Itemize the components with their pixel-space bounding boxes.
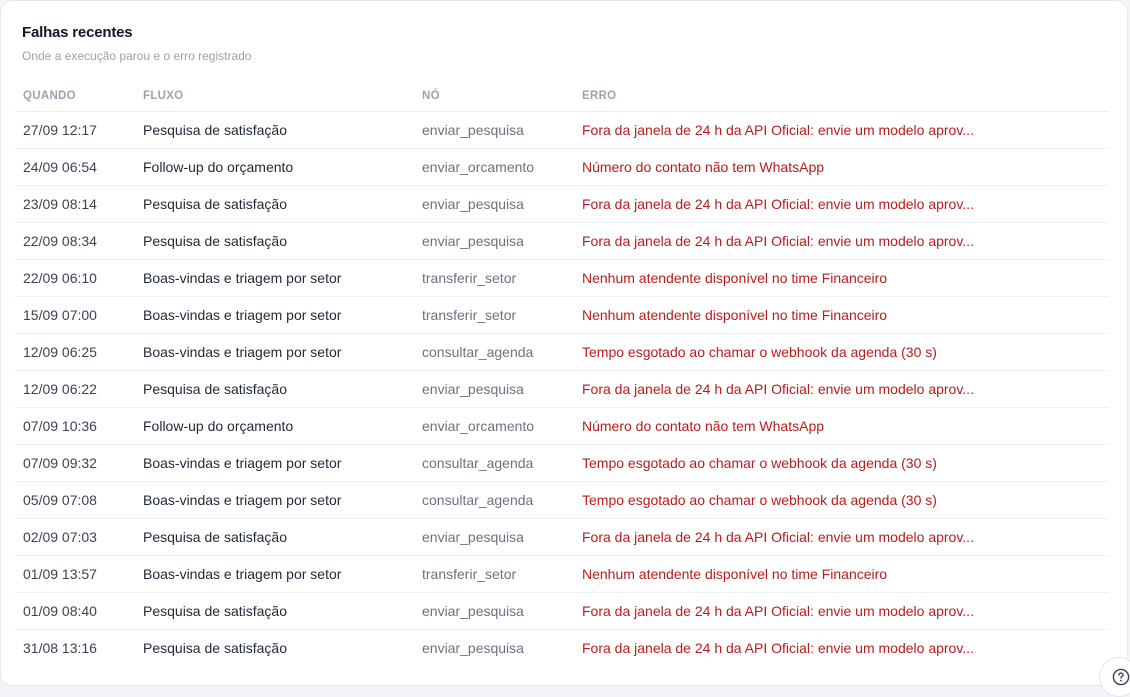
cell-when: 07/09 10:36	[15, 407, 135, 445]
cell-node: transferir_setor	[414, 259, 574, 297]
cell-when: 12/09 06:25	[15, 333, 135, 371]
cell-error: Número do contato não tem WhatsApp	[574, 148, 1109, 186]
cell-when: 31/08 13:16	[23, 640, 97, 656]
cell-flow: Follow-up do orçamento	[135, 407, 414, 445]
table-row[interactable]: 23/09 08:14 Pesquisa de satisfação enviar_…	[15, 185, 1109, 223]
cell-error: Nenhum atendente disponível no time Fina…	[574, 555, 1109, 593]
cell-error: Tempo esgotado ao chamar o webhook da ag…	[574, 444, 1109, 482]
table-row[interactable]: 01/09 08:40 Pesquisa de satisfação enviar_…	[15, 592, 1109, 630]
cell-node: enviar_pesquisa	[414, 592, 574, 630]
table-row[interactable]: 15/09 07:00 Boas-vindas e triagem por set…	[15, 296, 1109, 334]
cell-flow: Pesquisa de satisfação	[135, 592, 414, 630]
cell-when: 12/09 06:22	[15, 370, 135, 408]
column-header-when: QUANDO	[15, 80, 135, 112]
table-row[interactable]: 01/09 13:57 Boas-vindas e triagem por set…	[15, 555, 1109, 593]
cell-when: 01/09 13:57	[15, 555, 135, 593]
table-row[interactable]: 07/09 09:32 Boas-vindas e triagem por set…	[15, 444, 1109, 482]
cell-node: enviar_orcamento	[414, 148, 574, 186]
recent-failures-card: Falhas recentes Onde a execução parou e …	[0, 0, 1128, 686]
table-row[interactable]: 22/09 06:10 Boas-vindas e triagem por set…	[15, 259, 1109, 297]
cell-error: Fora da janela de 24 h da API Oficial: e…	[574, 370, 1109, 408]
table-row[interactable]: 05/09 07:08 Boas-vindas e triagem por set…	[15, 481, 1109, 519]
cell-node: consultar_agenda	[414, 333, 574, 371]
column-header-error: ERRO	[574, 80, 1109, 112]
cell-flow: Pesquisa de satisfação	[135, 185, 414, 223]
cell-error: Fora da janela de 24 h da API Oficial: e…	[574, 222, 1109, 260]
table-row[interactable]: 22/09 08:34 Pesquisa de satisfação enviar_…	[15, 222, 1109, 260]
cell-error: Tempo esgotado ao chamar o webhook da ag…	[574, 481, 1109, 519]
table-row[interactable]: 02/09 07:03 Pesquisa de satisfação enviar_…	[15, 518, 1109, 556]
cell-error: Nenhum atendente disponível no time Fina…	[574, 296, 1109, 334]
cell-when: 27/09 12:17	[15, 111, 135, 149]
cell-error: Número do contato não tem WhatsApp	[574, 407, 1109, 445]
cell-node: transferir_setor	[414, 296, 574, 334]
cell-error: Fora da janela de 24 h da API Oficial: e…	[574, 111, 1109, 149]
table-row[interactable]: 27/09 12:17 Pesquisa de satisfação enviar_…	[15, 111, 1109, 149]
card-subtitle: Onde a execução parou e o erro registrad…	[22, 49, 252, 63]
table-header-row: QUANDO FLUXO NÓ ERRO	[15, 80, 1109, 112]
cell-flow: Boas-vindas e triagem por setor	[135, 296, 414, 334]
cell-flow: Boas-vindas e triagem por setor	[135, 444, 414, 482]
cell-error: Fora da janela de 24 h da API Oficial: e…	[574, 592, 1109, 630]
cell-error: Fora da janela de 24 h da API Oficial: e…	[574, 518, 1109, 556]
cell-flow: Follow-up do orçamento	[135, 148, 414, 186]
cell-node: consultar_agenda	[414, 444, 574, 482]
cell-node: enviar_pesquisa	[414, 518, 574, 556]
cell-when: 22/09 06:10	[15, 259, 135, 297]
cell-when: 22/09 08:34	[15, 222, 135, 260]
cell-node: consultar_agenda	[414, 481, 574, 519]
cell-when: 15/09 07:00	[15, 296, 135, 334]
cell-when: 01/09 08:40	[15, 592, 135, 630]
cell-when: 07/09 09:32	[15, 444, 135, 482]
cell-flow: Pesquisa de satisfação	[135, 222, 414, 260]
cell-node: enviar_pesquisa	[414, 370, 574, 408]
cell-when: 24/09 06:54	[15, 148, 135, 186]
column-header-flow: FLUXO	[135, 80, 414, 112]
cell-node: enviar_pesquisa	[414, 111, 574, 149]
cell-flow: Boas-vindas e triagem por setor	[135, 555, 414, 593]
cell-flow: Pesquisa de satisfação	[135, 370, 414, 408]
cell-when: 05/09 07:08	[15, 481, 135, 519]
cell-node: enviar_orcamento	[414, 407, 574, 445]
failures-table: QUANDO FLUXO NÓ ERRO 27/09 12:17 Pesquisa…	[15, 80, 1109, 666]
cell-flow: Boas-vindas e triagem por setor	[135, 481, 414, 519]
cell-node: enviar_pesquisa	[422, 640, 524, 656]
cell-flow: Pesquisa de satisfação	[135, 518, 414, 556]
table-row[interactable]: 12/09 06:25 Boas-vindas e triagem por set…	[15, 333, 1109, 371]
cell-error: Fora da janela de 24 h da API Oficial: e…	[582, 640, 974, 656]
table-row[interactable]: 07/09 10:36 Follow-up do orçamento enviar_…	[15, 407, 1109, 445]
help-circle-icon	[1112, 668, 1130, 686]
cell-flow: Pesquisa de satisfação	[135, 111, 414, 149]
cell-when: 23/09 08:14	[15, 185, 135, 223]
table-row[interactable]: 24/09 06:54 Follow-up do orçamento enviar_…	[15, 148, 1109, 186]
cell-node: enviar_pesquisa	[414, 185, 574, 223]
card-title: Falhas recentes	[22, 24, 133, 41]
help-button[interactable]	[1099, 657, 1130, 697]
column-header-node: NÓ	[414, 80, 574, 112]
cell-flow: Boas-vindas e triagem por setor	[135, 259, 414, 297]
cell-node: enviar_pesquisa	[414, 222, 574, 260]
cell-error: Fora da janela de 24 h da API Oficial: e…	[574, 185, 1109, 223]
cell-node: transferir_setor	[414, 555, 574, 593]
cell-when: 02/09 07:03	[15, 518, 135, 556]
table-row[interactable]: 31/08 13:16 Pesquisa de satisfação enviar_…	[15, 630, 1109, 667]
cell-error: Nenhum atendente disponível no time Fina…	[574, 259, 1109, 297]
cell-flow: Boas-vindas e triagem por setor	[135, 333, 414, 371]
cell-error: Tempo esgotado ao chamar o webhook da ag…	[574, 333, 1109, 371]
table-row[interactable]: 12/09 06:22 Pesquisa de satisfação enviar_…	[15, 370, 1109, 408]
cell-flow: Pesquisa de satisfação	[143, 640, 287, 656]
